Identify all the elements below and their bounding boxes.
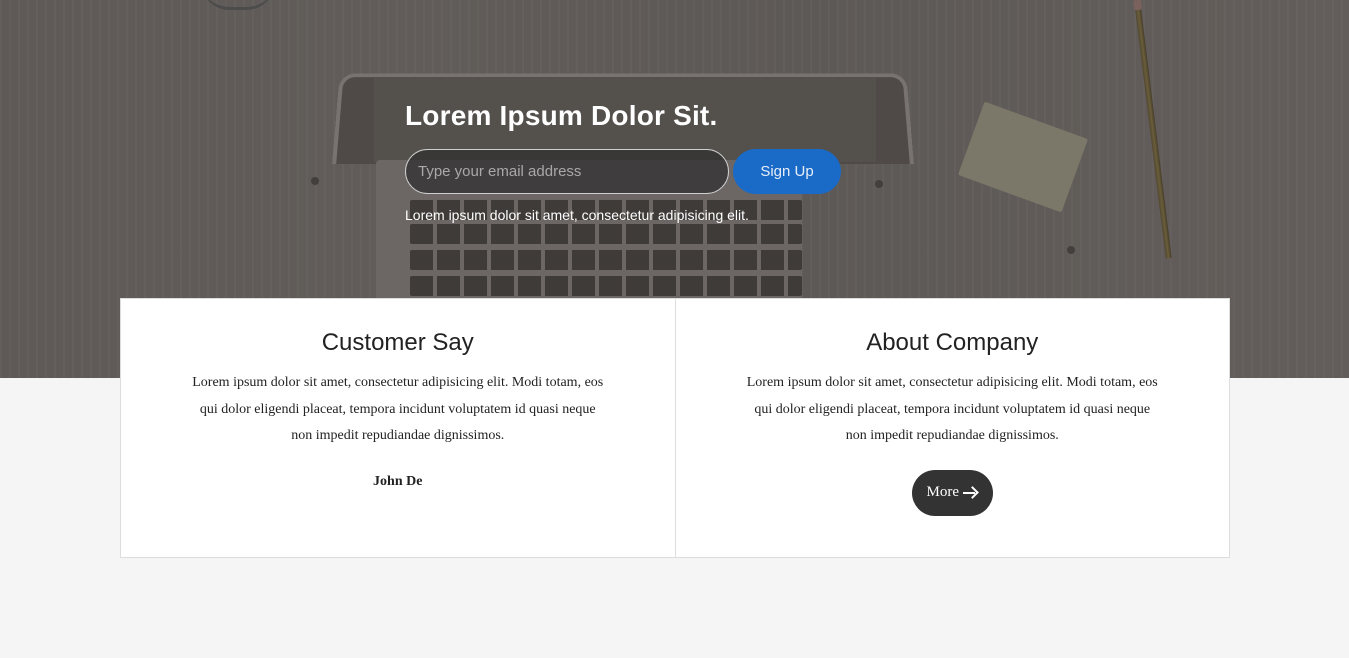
about-company-card: About Company Lorem ipsum dolor sit amet…	[674, 299, 1230, 557]
customer-say-card: Customer Say Lorem ipsum dolor sit amet,…	[121, 299, 675, 557]
email-input[interactable]	[405, 149, 729, 194]
customer-say-text: Lorem ipsum dolor sit amet, consectetur …	[192, 375, 604, 443]
arrow-right-icon	[963, 487, 978, 499]
more-button-label: More	[926, 484, 960, 500]
hero-subtitle: Lorem ipsum dolor sit amet, consectetur …	[405, 207, 749, 223]
testimonial-author: John De	[373, 473, 423, 489]
more-button[interactable]: More	[911, 469, 993, 516]
about-company-title: About Company	[866, 329, 1039, 356]
about-company-text: Lorem ipsum dolor sit amet, consectetur …	[746, 375, 1158, 443]
sign-up-button[interactable]: Sign Up	[733, 149, 841, 194]
hero-title: Lorem Ipsum Dolor Sit.	[405, 100, 718, 131]
customer-say-title: Customer Say	[321, 329, 474, 356]
info-cards: Customer Say Lorem ipsum dolor sit amet,…	[120, 298, 1230, 558]
